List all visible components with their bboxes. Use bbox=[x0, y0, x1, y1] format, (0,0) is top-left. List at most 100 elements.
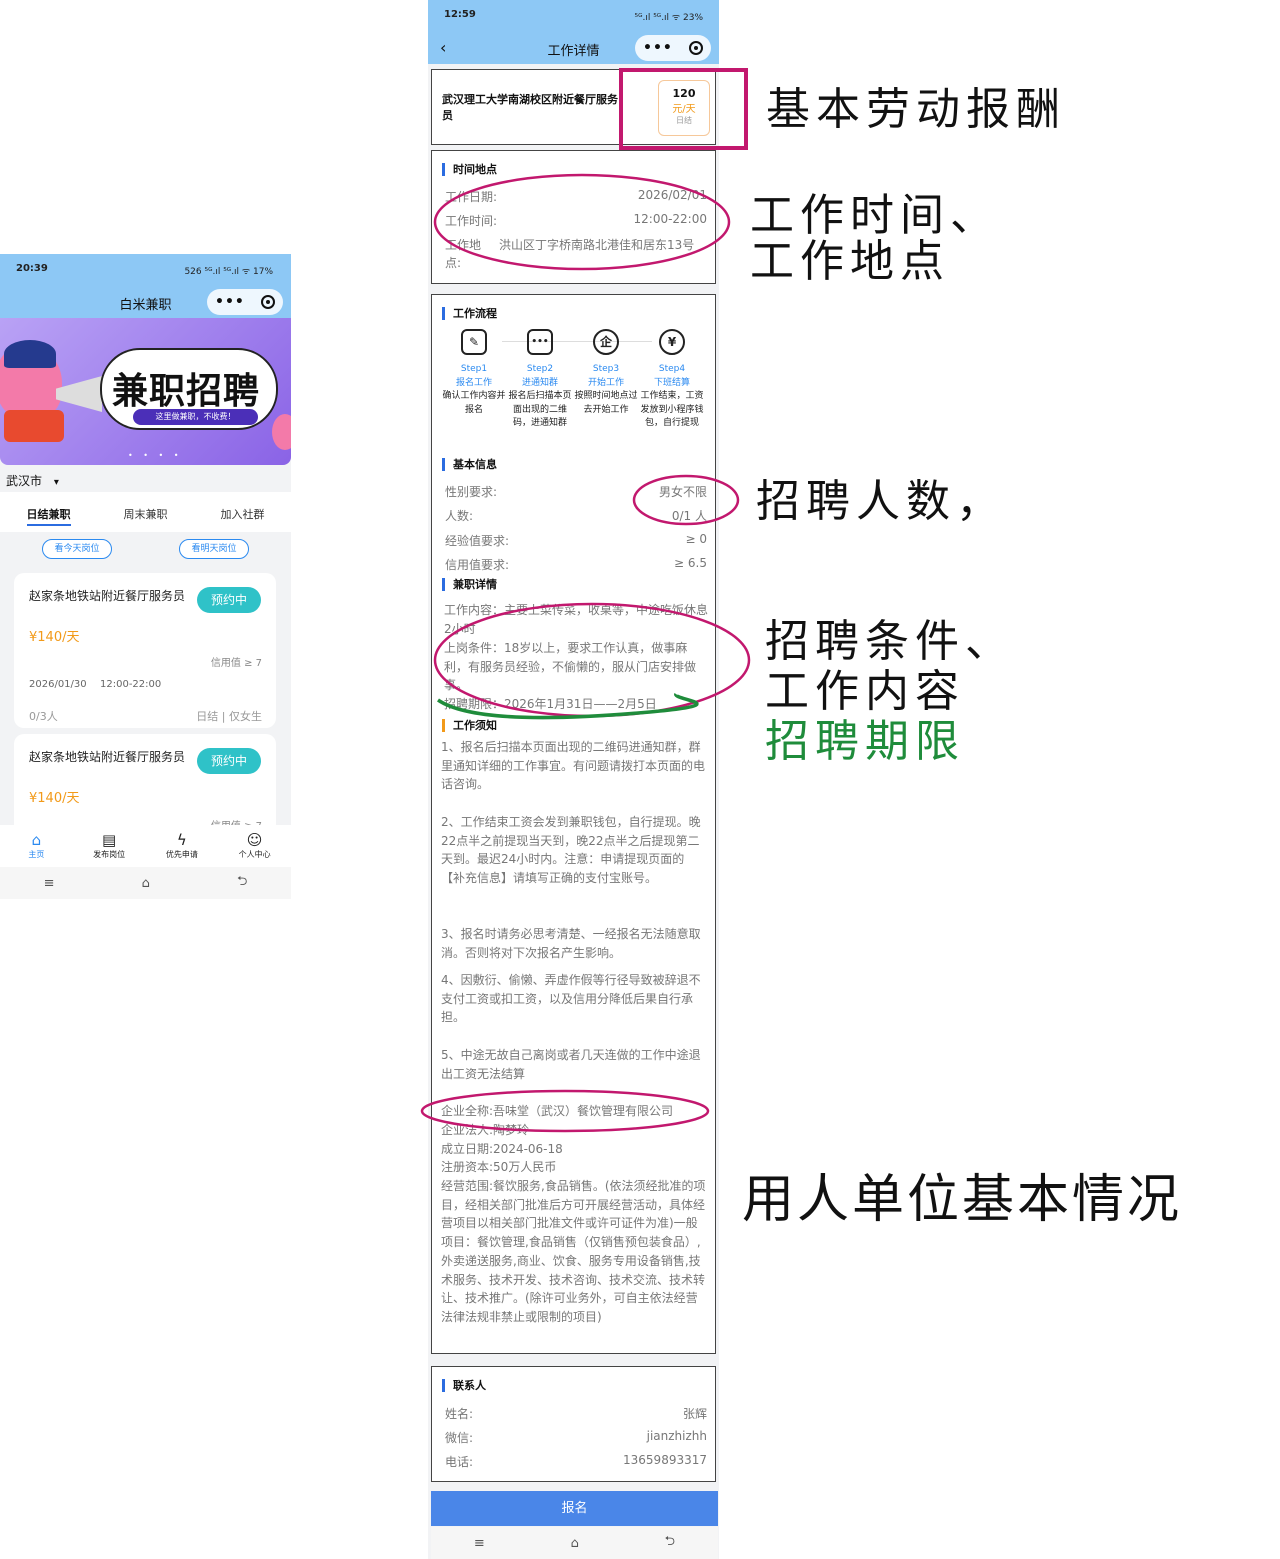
job-requirement: 上岗条件：18岁以上，要求工作认真，做事麻利，有服务员经验，不偷懒的，服从门店安… bbox=[444, 641, 697, 693]
city-selector[interactable]: 武汉市 ▾ bbox=[6, 472, 59, 489]
tab-priority[interactable]: ϟ 优先申请 bbox=[147, 825, 217, 867]
annotation-period: 招聘期限 bbox=[765, 716, 965, 767]
info-value: 12:00-22:00 bbox=[633, 212, 708, 226]
phone-value[interactable]: 13659893317 bbox=[623, 1453, 707, 1467]
city-name: 武汉市 bbox=[6, 474, 43, 488]
step-4: ¥ Step4 下班结算 工作结束，工资发放到小程序钱包，自行提现 bbox=[640, 329, 704, 431]
time-place-card: 时间地点 工作日期: 2026/02/01 工作时间: 12:00-22:00 工作… bbox=[431, 150, 716, 284]
info-row: 工作时间: 12:00-22:00 bbox=[445, 212, 707, 229]
today-jobs-button[interactable]: 看今天岗位 bbox=[42, 539, 112, 559]
step-number: Step1 bbox=[460, 364, 488, 374]
job-price: ¥140/天 bbox=[29, 630, 80, 645]
job-date: 2026/01/30 bbox=[29, 679, 87, 690]
yen-icon: ¥ bbox=[659, 329, 685, 355]
tab-post-job[interactable]: ▤ 发布岗位 bbox=[74, 825, 144, 867]
tab-label: 主页 bbox=[28, 850, 45, 859]
info-value: 0/1 人 bbox=[671, 509, 707, 523]
company-founded: 成立日期:2024-06-18 bbox=[441, 1142, 563, 1156]
menu-icon[interactable]: ≡ bbox=[44, 876, 55, 891]
home-icon[interactable]: ⌂ bbox=[142, 876, 150, 891]
step-desc: 按照时间地点过去开始工作 bbox=[574, 391, 638, 415]
step-desc: 确认工作内容并报名 bbox=[442, 391, 506, 415]
megaphone-icon bbox=[56, 376, 102, 412]
reserve-button[interactable]: 预约中 bbox=[197, 587, 261, 613]
info-row: 微信: jianzhizhh bbox=[445, 1429, 707, 1446]
mascot-hat bbox=[4, 340, 56, 368]
reserve-button[interactable]: 预约中 bbox=[197, 748, 261, 774]
contact-card: 联系人 姓名: 张辉 微信: jianzhizhh 电话: 13659893317 bbox=[431, 1366, 716, 1482]
company-legal: 企业法人:陶梦玲 bbox=[441, 1123, 530, 1137]
user-icon: ☺ bbox=[246, 831, 263, 849]
tab-profile[interactable]: ☺ 个人中心 bbox=[220, 825, 290, 867]
notice-item: 1、报名后扫描本页面出现的二维码进通知群，群里通知详细的工作事宜。有问题请拨打本… bbox=[441, 740, 706, 792]
section-title: 基本信息 bbox=[442, 458, 497, 471]
info-key: 工作日期: bbox=[445, 190, 498, 204]
step-name: 开始工作 bbox=[587, 377, 624, 388]
more-icon[interactable]: ••• bbox=[215, 294, 245, 310]
status-time: 20:39 bbox=[16, 263, 48, 274]
info-key: 工作地点: bbox=[445, 238, 482, 270]
company-scope: 经营范围:餐饮服务,食品销售。(依法须经批准的项目，经相关部门批准后方可开展经营… bbox=[441, 1179, 706, 1324]
section-title: 工作须知 bbox=[442, 719, 497, 732]
header: 12:59 ⁵ᴳ.ıl ⁵ᴳ.ıl ᯤ 23% ‹ 工作详情 ••• bbox=[428, 0, 719, 64]
menu-icon[interactable]: ≡ bbox=[474, 1536, 485, 1551]
step-name: 报名工作 bbox=[455, 377, 492, 388]
annotation-time: 工作时间、 bbox=[750, 190, 1000, 241]
info-value[interactable]: jianzhizhh bbox=[647, 1429, 707, 1443]
banner-subtitle: 这里做兼职，不收费！ bbox=[133, 409, 258, 425]
annotation-headcount: 招聘人数， bbox=[756, 476, 1006, 527]
address-row: 工作地点: 洪山区丁字桥南路北港佳和居东13号 bbox=[445, 236, 707, 272]
status-icons: 526 ⁵ᴳ.ıl ⁵ᴳ.ıl ᯤ 17% bbox=[184, 267, 273, 277]
close-circle-icon[interactable] bbox=[688, 41, 703, 55]
info-row: 性别要求: 男女不限 bbox=[445, 483, 707, 500]
home-icon: ⌂ bbox=[31, 831, 42, 849]
tomorrow-jobs-button[interactable]: 看明天岗位 bbox=[179, 539, 249, 559]
info-row: 姓名: 张辉 bbox=[445, 1405, 707, 1422]
step-1: ✎ Step1 报名工作 确认工作内容并报名 bbox=[442, 329, 506, 417]
carousel-dots[interactable]: • • • • bbox=[128, 451, 183, 460]
status-icons: ⁵ᴳ.ıl ⁵ᴳ.ıl ᯤ 23% bbox=[634, 13, 703, 23]
info-value: 男女不限 bbox=[658, 485, 707, 499]
job-content: 工作内容：主要上菜传菜，收桌等，中途吃饭休息2小时 bbox=[444, 603, 709, 636]
chevron-down-icon: ▾ bbox=[53, 477, 59, 488]
job-header-card: 武汉理工大学南湖校区附近餐厅服务员 120 元/天 日结 bbox=[431, 69, 716, 145]
signup-button[interactable]: 报名 bbox=[431, 1491, 718, 1526]
close-circle-icon[interactable] bbox=[260, 295, 275, 309]
tab-weekend[interactable]: 周末兼职 bbox=[124, 500, 168, 530]
home-icon[interactable]: ⌂ bbox=[571, 1536, 579, 1551]
address-value[interactable]: 洪山区丁字桥南路北港佳和居东13号 bbox=[499, 236, 707, 254]
system-nav-bar: ≡ ⌂ ⮌ bbox=[431, 1527, 718, 1559]
recruit-period: 招聘期限：2026年1月31日——2月5日 bbox=[444, 697, 657, 711]
promo-banner[interactable]: 兼职招聘 这里做兼职，不收费！ • • • • bbox=[0, 318, 291, 465]
detail-card: 工作流程 ✎ Step1 报名工作 确认工作内容并报名 ••• Step2 进通… bbox=[431, 294, 716, 1354]
back-icon[interactable]: ⮌ bbox=[237, 872, 247, 894]
mini-program-capsule[interactable]: ••• bbox=[207, 289, 283, 315]
step-number: Step3 bbox=[592, 364, 620, 374]
info-key: 信用值要求: bbox=[445, 558, 510, 572]
banner-title: 兼职招聘 bbox=[112, 371, 261, 412]
tab-home[interactable]: ⌂ 主页 bbox=[1, 825, 71, 867]
more-icon[interactable]: ••• bbox=[643, 40, 673, 56]
info-key: 经验值要求: bbox=[445, 534, 510, 548]
mascot-small bbox=[272, 414, 291, 450]
step-3: 企 Step3 开始工作 按照时间地点过去开始工作 bbox=[574, 329, 638, 417]
mini-program-capsule[interactable]: ••• bbox=[635, 35, 711, 61]
step-number: Step4 bbox=[658, 364, 686, 374]
pay-amount: 120 bbox=[672, 87, 696, 100]
job-quota: 0/3人 bbox=[29, 710, 58, 723]
back-icon[interactable]: ⮌ bbox=[665, 1532, 675, 1554]
header: 20:39 526 ⁵ᴳ.ıl ⁵ᴳ.ıl ᯤ 17% 白米兼职 ••• bbox=[0, 254, 291, 318]
job-title: 赵家条地铁站附近餐厅服务员 bbox=[29, 589, 186, 603]
job-time: 12:00-22:00 bbox=[100, 679, 162, 690]
pay-unit: 元/天 bbox=[672, 104, 696, 115]
job-title: 武汉理工大学南湖校区附近餐厅服务员 bbox=[442, 93, 618, 122]
step-desc: 报名后扫描本页面出现的二维码，进通知群 bbox=[508, 391, 572, 428]
section-title: 时间地点 bbox=[442, 163, 497, 176]
info-key: 电话: bbox=[445, 1455, 474, 1469]
info-key: 性别要求: bbox=[445, 485, 498, 499]
info-value: 2026/02/01 bbox=[637, 188, 707, 202]
info-key: 姓名: bbox=[445, 1407, 474, 1421]
tab-community[interactable]: 加入社群 bbox=[221, 500, 265, 530]
tab-daily[interactable]: 日结兼职 bbox=[26, 500, 71, 526]
job-card[interactable]: 赵家条地铁站附近餐厅服务员 ¥140/天 预约中 信用值 ≥ 7 2026/01… bbox=[14, 573, 276, 728]
